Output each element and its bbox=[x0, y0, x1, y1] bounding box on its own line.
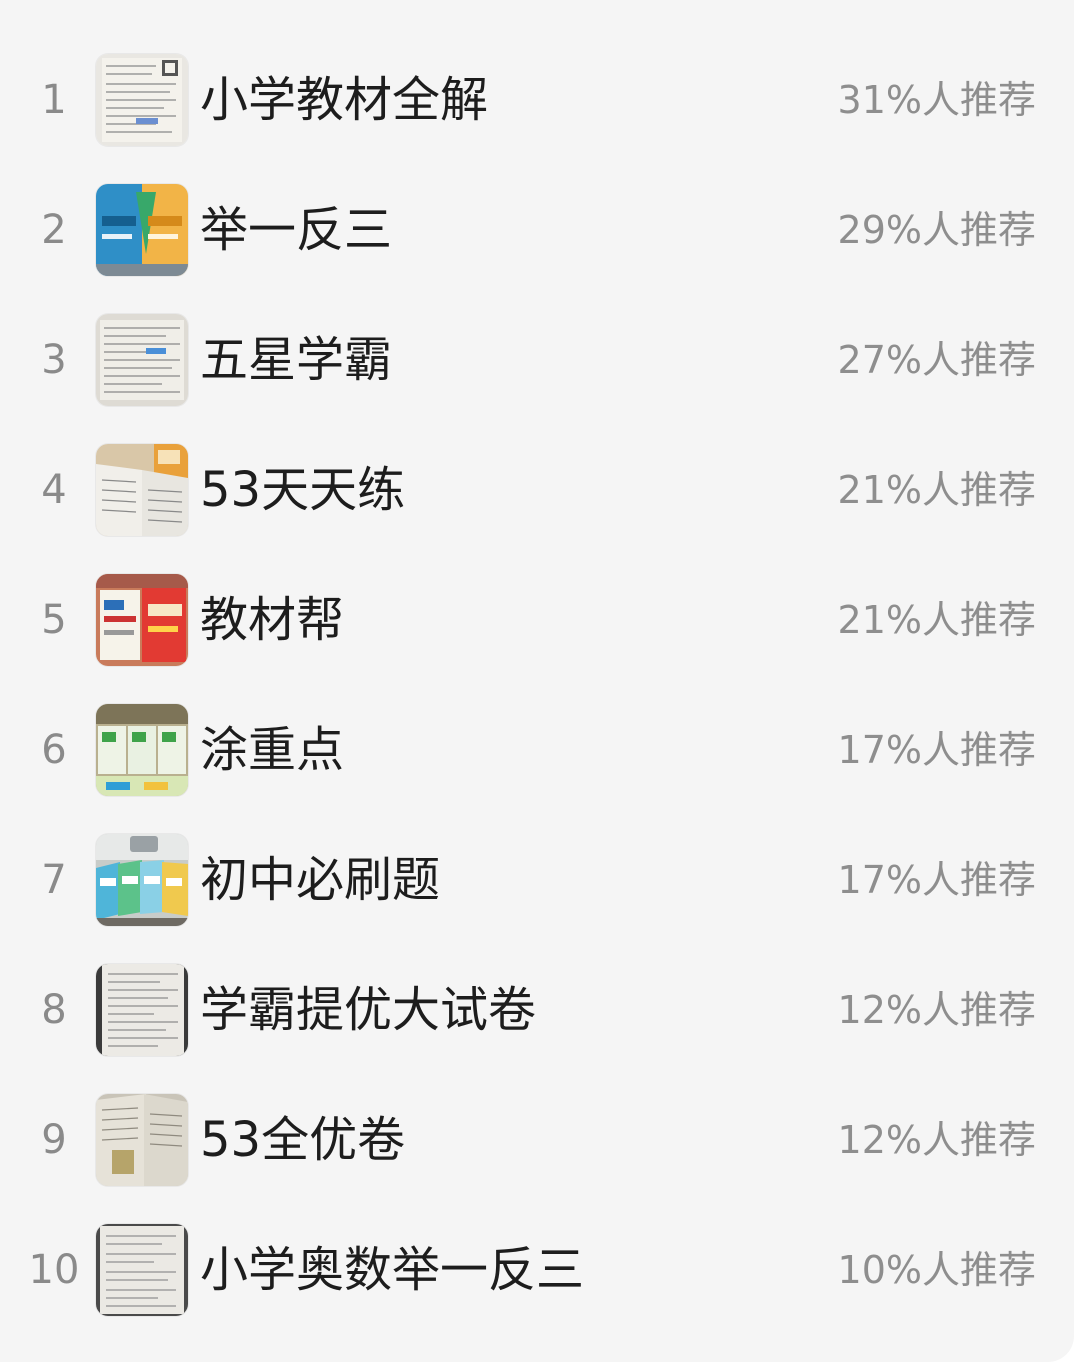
rank-number: 2 bbox=[41, 207, 67, 253]
book-page-photo bbox=[96, 964, 188, 1056]
list-item[interactable]: 3 五星学霸 27%人推荐 bbox=[0, 295, 1074, 425]
book-thumbnail[interactable] bbox=[96, 574, 188, 666]
book-thumbnail[interactable] bbox=[96, 1094, 188, 1186]
rank-number: 5 bbox=[41, 597, 67, 643]
book-title: 五星学霸 bbox=[200, 332, 393, 388]
book-title: 涂重点 bbox=[200, 722, 345, 778]
rank-number: 6 bbox=[41, 727, 67, 773]
recommend-percent: 21%人推荐 bbox=[837, 598, 1036, 642]
recommend-percent: 12%人推荐 bbox=[837, 1118, 1036, 1162]
book-stack-photo bbox=[96, 834, 188, 926]
list-item[interactable]: 1 小学教材全解 31%人推荐 bbox=[0, 35, 1074, 165]
recommend-percent: 27%人推荐 bbox=[837, 338, 1036, 382]
recommend-percent: 31%人推荐 bbox=[837, 78, 1036, 122]
rank-number: 4 bbox=[41, 467, 67, 513]
list-item[interactable]: 6 涂重点 17%人推荐 bbox=[0, 685, 1074, 815]
book-page-photo bbox=[96, 314, 188, 406]
book-title: 学霸提优大试卷 bbox=[200, 982, 537, 1038]
list-item[interactable]: 9 53全优卷 12%人推荐 bbox=[0, 1075, 1074, 1205]
list-item[interactable]: 2 举一反三 29%人推荐 bbox=[0, 165, 1074, 295]
rank-number: 8 bbox=[41, 987, 67, 1033]
book-title: 53全优卷 bbox=[200, 1112, 406, 1168]
recommend-percent: 17%人推荐 bbox=[837, 858, 1036, 902]
rank-number: 1 bbox=[41, 77, 67, 123]
list-item[interactable]: 7 初中必刷题 17%人推荐 bbox=[0, 815, 1074, 945]
book-title: 初中必刷题 bbox=[200, 852, 441, 908]
book-thumbnail[interactable] bbox=[96, 444, 188, 536]
list-item[interactable]: 4 53天天练 21%人推荐 bbox=[0, 425, 1074, 555]
book-thumbnail[interactable] bbox=[96, 704, 188, 796]
book-covers-photo bbox=[96, 574, 188, 666]
book-title: 53天天练 bbox=[200, 462, 406, 518]
book-page-photo bbox=[96, 1094, 188, 1186]
book-thumbnail[interactable] bbox=[96, 184, 188, 276]
recommend-percent: 10%人推荐 bbox=[837, 1248, 1036, 1292]
book-thumbnail[interactable] bbox=[96, 834, 188, 926]
rank-number: 3 bbox=[41, 337, 67, 383]
book-title: 举一反三 bbox=[200, 202, 393, 258]
rank-number: 9 bbox=[41, 1117, 67, 1163]
book-page-photo bbox=[96, 1224, 188, 1316]
book-thumbnail[interactable] bbox=[96, 964, 188, 1056]
book-title: 教材帮 bbox=[200, 592, 345, 648]
book-title: 小学奥数举一反三 bbox=[200, 1242, 585, 1298]
recommend-percent: 17%人推荐 bbox=[837, 728, 1036, 772]
ranking-list: 1 小学教材全解 31%人推荐 2 举一反三 29%人推荐 3 五星学霸 27%… bbox=[0, 35, 1074, 1335]
book-page-photo bbox=[96, 54, 188, 146]
list-item[interactable]: 8 学霸提优大试卷 12%人推荐 bbox=[0, 945, 1074, 1075]
recommend-percent: 21%人推荐 bbox=[837, 468, 1036, 512]
rank-number: 7 bbox=[41, 857, 67, 903]
book-thumbnail[interactable] bbox=[96, 314, 188, 406]
book-thumbnail[interactable] bbox=[96, 1224, 188, 1316]
book-thumbnail[interactable] bbox=[96, 54, 188, 146]
recommend-percent: 12%人推荐 bbox=[837, 988, 1036, 1032]
ranking-panel: 1 小学教材全解 31%人推荐 2 举一反三 29%人推荐 3 五星学霸 27%… bbox=[0, 0, 1074, 1362]
book-stack-photo bbox=[96, 704, 188, 796]
list-item[interactable]: 10 小学奥数举一反三 10%人推荐 bbox=[0, 1205, 1074, 1335]
open-book-photo bbox=[96, 444, 188, 536]
book-title: 小学教材全解 bbox=[200, 72, 489, 128]
book-covers-photo bbox=[96, 184, 188, 276]
recommend-percent: 29%人推荐 bbox=[837, 208, 1036, 252]
rank-number: 10 bbox=[28, 1247, 80, 1293]
list-item[interactable]: 5 教材帮 21%人推荐 bbox=[0, 555, 1074, 685]
